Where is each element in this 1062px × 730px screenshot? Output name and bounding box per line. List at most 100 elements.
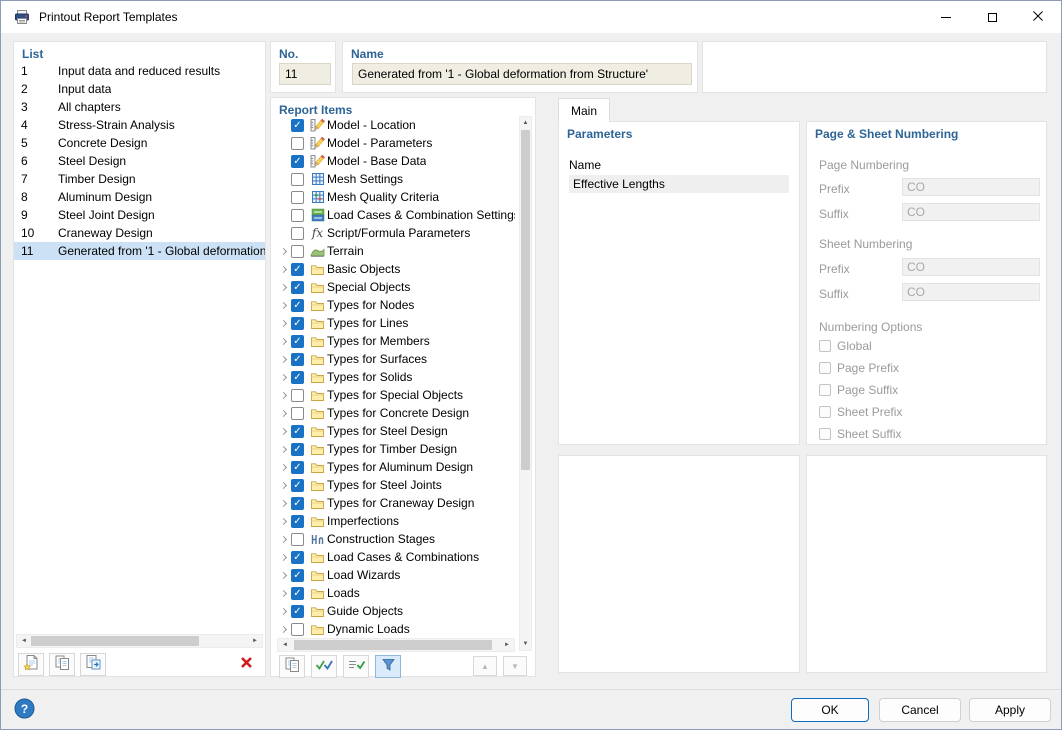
list-item[interactable]: 4 Stress-Strain Analysis	[14, 116, 265, 134]
list-item[interactable]: 5 Concrete Design	[14, 134, 265, 152]
report-tree-item[interactable]: ✓ Model - Location	[277, 116, 515, 134]
report-tree-item[interactable]: ✓ Types for Aluminum Design	[277, 458, 515, 476]
report-tree-item[interactable]: ✓ Types for Members	[277, 332, 515, 350]
item-checkbox[interactable]	[291, 136, 304, 150]
move-down-button[interactable]: ▼	[503, 656, 527, 676]
report-tree-item[interactable]: ✓ Types for Solids	[277, 368, 515, 386]
tree-horizontal-scrollbar[interactable]: ◄ ►	[277, 638, 515, 652]
move-up-button[interactable]: ▲	[473, 656, 497, 676]
minimize-button[interactable]	[923, 1, 969, 33]
expand-chevron-icon[interactable]	[277, 265, 291, 273]
item-checkbox[interactable]: ✓	[291, 316, 304, 330]
item-checkbox[interactable]: ✓	[291, 460, 304, 474]
item-checkbox[interactable]: ✓	[291, 604, 304, 618]
item-checkbox[interactable]: ✓	[291, 478, 304, 492]
scroll-left-icon[interactable]: ◄	[17, 635, 31, 647]
scrollbar-thumb[interactable]	[294, 640, 492, 650]
expand-chevron-icon[interactable]	[277, 625, 291, 633]
item-checkbox[interactable]: ✓	[291, 568, 304, 582]
list-item[interactable]: 6 Steel Design	[14, 152, 265, 170]
expand-chevron-icon[interactable]	[277, 517, 291, 525]
report-tree-item[interactable]: ✓ Imperfections	[277, 512, 515, 530]
copy-template-button[interactable]	[49, 652, 75, 676]
cancel-button[interactable]: Cancel	[879, 698, 961, 722]
new-template-button[interactable]	[18, 652, 44, 676]
item-checkbox[interactable]: ✓	[291, 370, 304, 384]
list-item[interactable]: 11 Generated from '1 - Global deformation	[14, 242, 265, 260]
expand-chevron-icon[interactable]	[277, 553, 291, 561]
list-item[interactable]: 7 Timber Design	[14, 170, 265, 188]
report-tree-item[interactable]: ✓ Types for Craneway Design	[277, 494, 515, 512]
report-tree-item[interactable]: fx Script/Formula Parameters	[277, 224, 515, 242]
report-tree-item[interactable]: ✓ Types for Surfaces	[277, 350, 515, 368]
item-checkbox[interactable]: ✓	[291, 334, 304, 348]
item-checkbox[interactable]	[291, 172, 304, 186]
report-tree-item[interactable]: Model - Parameters	[277, 134, 515, 152]
report-tree-item[interactable]: Load Cases & Combination Settings	[277, 206, 515, 224]
report-tree-item[interactable]: Dynamic Loads	[277, 620, 515, 638]
item-checkbox[interactable]	[291, 208, 304, 222]
report-tree-item[interactable]: ✓ Load Cases & Combinations	[277, 548, 515, 566]
expand-chevron-icon[interactable]	[277, 427, 291, 435]
item-checkbox[interactable]: ✓	[291, 550, 304, 564]
expand-chevron-icon[interactable]	[277, 445, 291, 453]
report-tree-item[interactable]: ✓ Guide Objects	[277, 602, 515, 620]
expand-chevron-icon[interactable]	[277, 247, 291, 255]
scroll-down-icon[interactable]: ▼	[520, 638, 531, 650]
list-item[interactable]: 8 Aluminum Design	[14, 188, 265, 206]
item-checkbox[interactable]: ✓	[291, 496, 304, 510]
expand-chevron-icon[interactable]	[277, 301, 291, 309]
report-tree-item[interactable]: Construction Stages	[277, 530, 515, 548]
expand-chevron-icon[interactable]	[277, 607, 291, 615]
item-checkbox[interactable]	[291, 190, 304, 204]
expand-chevron-icon[interactable]	[277, 337, 291, 345]
copy-items-button[interactable]	[279, 654, 305, 678]
item-checkbox[interactable]	[291, 226, 304, 240]
filter-button[interactable]	[375, 654, 401, 678]
report-tree-item[interactable]: ✓ Basic Objects	[277, 260, 515, 278]
expand-chevron-icon[interactable]	[277, 391, 291, 399]
scroll-up-icon[interactable]: ▲	[520, 117, 531, 129]
expand-chevron-icon[interactable]	[277, 355, 291, 363]
item-checkbox[interactable]: ✓	[291, 442, 304, 456]
list-horizontal-scrollbar[interactable]: ◄ ►	[16, 634, 263, 648]
report-tree-item[interactable]: ✓ Load Wizards	[277, 566, 515, 584]
scrollbar-track[interactable]	[31, 635, 248, 647]
tab-main[interactable]: Main	[558, 98, 610, 122]
report-tree-item[interactable]: Terrain	[277, 242, 515, 260]
item-checkbox[interactable]	[291, 622, 304, 636]
expand-chevron-icon[interactable]	[277, 571, 291, 579]
apply-button[interactable]: Apply	[969, 698, 1051, 722]
report-tree-item[interactable]: ✓ Types for Lines	[277, 314, 515, 332]
ok-button[interactable]: OK	[791, 698, 869, 722]
expand-chevron-icon[interactable]	[277, 463, 291, 471]
expand-chevron-icon[interactable]	[277, 499, 291, 507]
parameter-row[interactable]: Effective Lengths	[569, 175, 789, 193]
scrollbar-track[interactable]	[292, 639, 500, 651]
scroll-right-icon[interactable]: ►	[248, 635, 262, 647]
report-tree-item[interactable]: ✓ Types for Nodes	[277, 296, 515, 314]
item-checkbox[interactable]: ✓	[291, 118, 304, 132]
report-tree-item[interactable]: Types for Concrete Design	[277, 404, 515, 422]
item-checkbox[interactable]: ✓	[291, 586, 304, 600]
expand-chevron-icon[interactable]	[277, 409, 291, 417]
template-from-file-button[interactable]	[80, 652, 106, 676]
item-checkbox[interactable]: ✓	[291, 298, 304, 312]
report-tree-item[interactable]: ✓ Types for Steel Design	[277, 422, 515, 440]
list-item[interactable]: 3 All chapters	[14, 98, 265, 116]
tree-vertical-scrollbar[interactable]: ▲ ▼	[519, 116, 532, 651]
list-item[interactable]: 10 Craneway Design	[14, 224, 265, 242]
item-checkbox[interactable]: ✓	[291, 154, 304, 168]
scroll-left-icon[interactable]: ◄	[278, 639, 292, 651]
item-checkbox[interactable]: ✓	[291, 514, 304, 528]
check-selection-button[interactable]	[311, 654, 337, 678]
expand-chevron-icon[interactable]	[277, 589, 291, 597]
expand-chevron-icon[interactable]	[277, 373, 291, 381]
item-checkbox[interactable]: ✓	[291, 262, 304, 276]
report-tree-item[interactable]: ✓ Loads	[277, 584, 515, 602]
template-name-field[interactable]: Generated from '1 - Global deformation f…	[352, 63, 692, 85]
scroll-right-icon[interactable]: ►	[500, 639, 514, 651]
maximize-button[interactable]	[969, 1, 1015, 33]
list-item[interactable]: 9 Steel Joint Design	[14, 206, 265, 224]
report-tree-item[interactable]: ✓ Types for Steel Joints	[277, 476, 515, 494]
